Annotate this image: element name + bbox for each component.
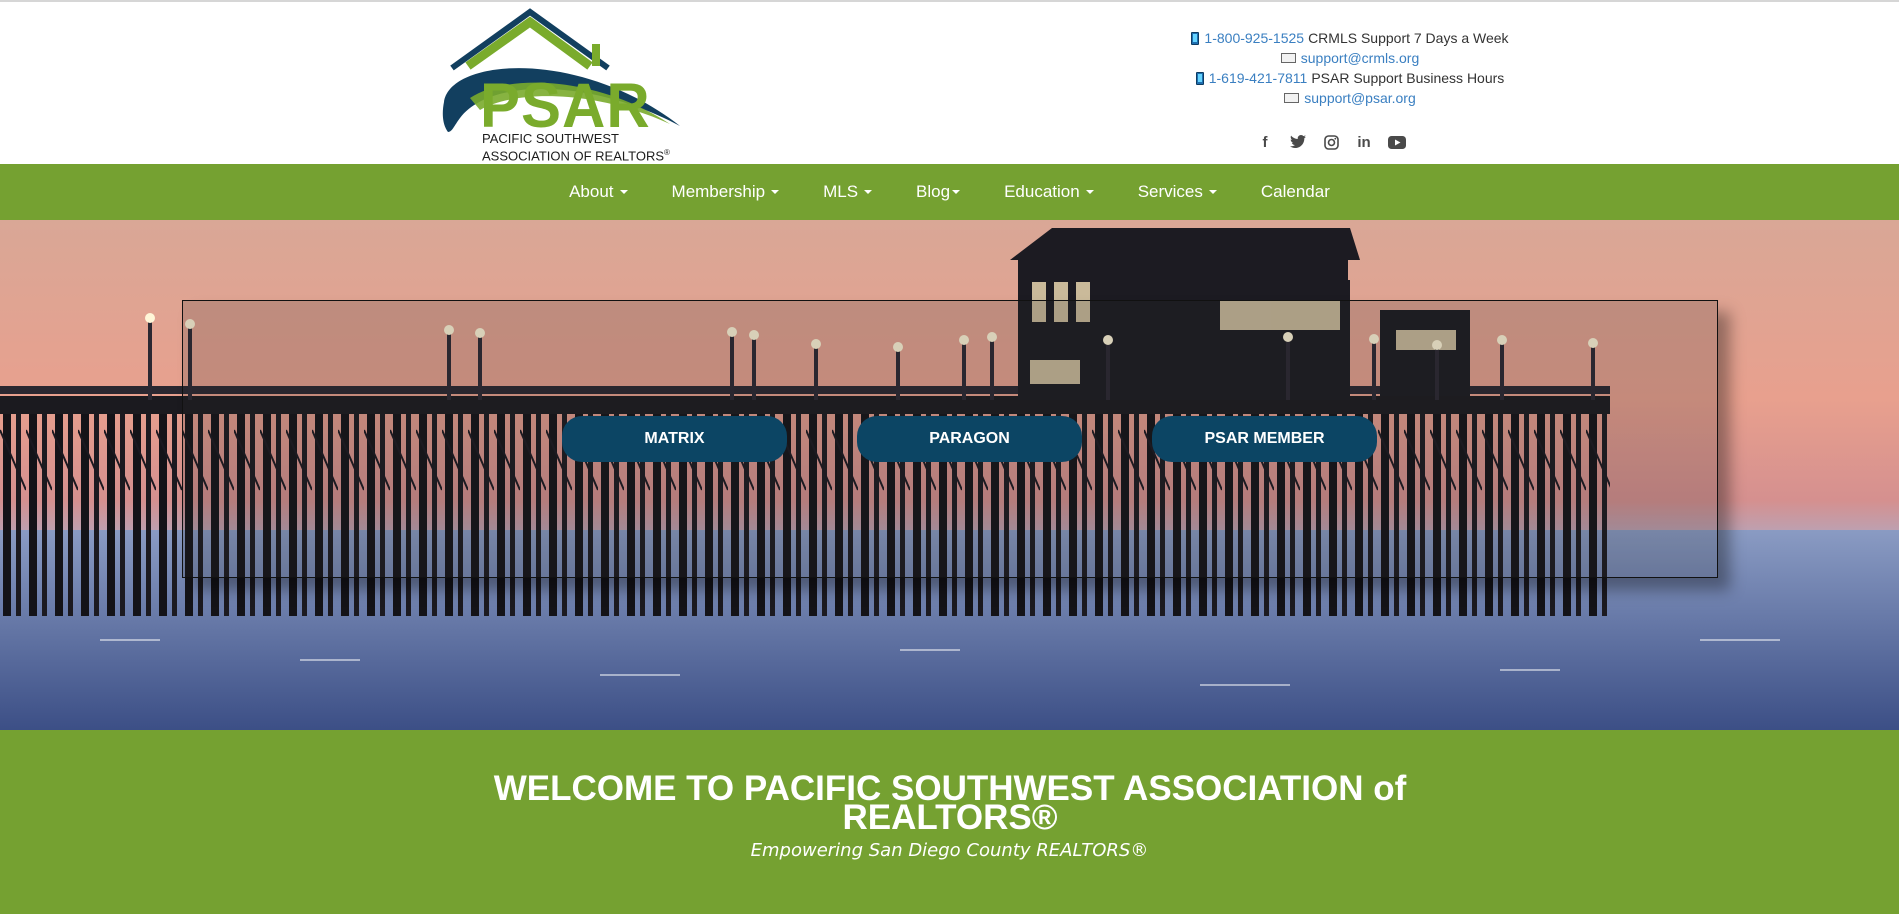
logo-tagline-2: ASSOCIATION OF REALTORS® — [482, 146, 670, 163]
logo-wordmark: PSAR — [480, 70, 651, 141]
caret-down-icon — [771, 190, 780, 194]
psar-support-text: PSAR Support Business Hours — [1311, 70, 1505, 86]
caret-down-icon — [952, 190, 961, 194]
nav-services-label: Services — [1137, 182, 1203, 201]
crmls-email-row: support@crmls.org — [1160, 48, 1540, 68]
nav-blog-label: Blog — [916, 182, 951, 201]
instagram-icon[interactable] — [1321, 132, 1341, 152]
nav-calendar[interactable]: Calendar — [1239, 182, 1352, 202]
nav-mls-label: MLS — [823, 182, 859, 201]
facebook-icon[interactable]: f — [1255, 132, 1275, 152]
welcome-subtitle: Empowering San Diego County REALTORS® — [750, 840, 1149, 861]
phone-icon — [1195, 71, 1204, 85]
crmls-support-text: CRMLS Support 7 Days a Week — [1308, 30, 1509, 46]
nav-membership[interactable]: Membership — [650, 182, 802, 202]
caret-down-icon — [619, 190, 628, 194]
crmls-phone-link[interactable]: 1-800-925-1525 — [1204, 28, 1304, 48]
caret-down-icon — [864, 190, 873, 194]
nav-blog[interactable]: Blog — [894, 182, 982, 202]
crmls-email-link[interactable]: support@crmls.org — [1301, 48, 1419, 68]
caret-down-icon — [1085, 190, 1094, 194]
social-links: f in — [1255, 132, 1407, 152]
nav-mls[interactable]: MLS — [801, 182, 894, 202]
main-nav: About Membership MLS Blog Education Serv… — [0, 164, 1899, 220]
hero-banner: MATRIX PARAGON PSAR MEMBER — [0, 220, 1899, 730]
mail-icon — [1284, 93, 1300, 103]
nav-membership-label: Membership — [671, 182, 766, 201]
logo-tagline-2-text: ASSOCIATION OF REALTORS — [482, 148, 665, 164]
welcome-title: WELCOME TO PACIFIC SOUTHWEST ASSOCIATION… — [493, 769, 1407, 837]
crmls-phone-row: 1-800-925-1525 CRMLS Support 7 Days a We… — [1160, 28, 1540, 48]
psar-logo[interactable]: PSAR PACIFIC SOUTHWEST ASSOCIATION OF RE… — [430, 8, 690, 163]
matrix-button[interactable]: MATRIX — [562, 416, 787, 462]
nav-about[interactable]: About — [547, 182, 649, 202]
phone-icon — [1191, 31, 1200, 45]
mail-icon — [1280, 53, 1296, 63]
nav-education-label: Education — [1004, 182, 1080, 201]
psar-email-row: support@psar.org — [1160, 88, 1540, 108]
nav-calendar-label: Calendar — [1260, 182, 1330, 201]
psar-phone-link[interactable]: 1-619-421-7811 — [1209, 68, 1308, 88]
caret-down-icon — [1208, 190, 1217, 194]
contact-block: 1-800-925-1525 CRMLS Support 7 Days a We… — [1160, 28, 1540, 108]
linkedin-icon[interactable]: in — [1354, 132, 1374, 152]
nav-about-label: About — [569, 182, 614, 201]
site-header: PSAR PACIFIC SOUTHWEST ASSOCIATION OF RE… — [0, 2, 1899, 164]
nav-education[interactable]: Education — [982, 182, 1116, 202]
psar-email-link[interactable]: support@psar.org — [1304, 88, 1416, 108]
psar-member-button[interactable]: PSAR MEMBER — [1152, 416, 1377, 462]
nav-services[interactable]: Services — [1116, 182, 1239, 202]
youtube-icon[interactable] — [1387, 132, 1407, 152]
registered-mark: ® — [664, 148, 670, 157]
psar-phone-row: 1-619-421-7811 PSAR Support Business Hou… — [1160, 68, 1540, 88]
twitter-icon[interactable] — [1288, 132, 1308, 152]
paragon-button[interactable]: PARAGON — [857, 416, 1082, 462]
logo-tagline-1: PACIFIC SOUTHWEST — [482, 131, 619, 146]
welcome-section: WELCOME TO PACIFIC SOUTHWEST ASSOCIATION… — [0, 730, 1899, 914]
